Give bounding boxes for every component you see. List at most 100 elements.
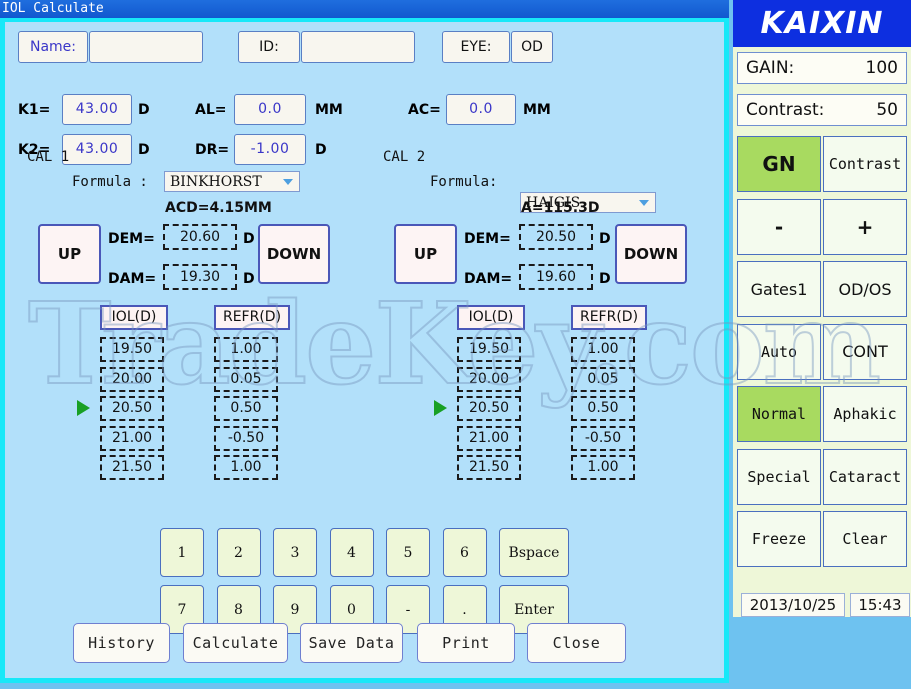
table-row[interactable]: 21.00 bbox=[100, 425, 164, 451]
id-input[interactable] bbox=[301, 31, 415, 63]
window-titlebar: IOL Calculate bbox=[0, 0, 729, 18]
cal1-down-button[interactable]: DOWN bbox=[258, 224, 330, 284]
table-row[interactable]: -0.50 bbox=[571, 425, 635, 451]
table-row[interactable]: 0.50 bbox=[571, 396, 635, 421]
table-row[interactable]: 21.50 bbox=[100, 455, 164, 480]
contrast-value: 50 bbox=[876, 100, 898, 120]
sidebar-button-cataract[interactable]: Cataract bbox=[823, 448, 907, 505]
iol-calculate-window: IOL Calculate Name: ID: EYE: OD K1= 43.0… bbox=[0, 0, 729, 683]
gain-readout: GAIN: 100 bbox=[737, 52, 907, 84]
keypad-key-2[interactable]: 2 bbox=[216, 528, 261, 577]
eye-label: EYE: bbox=[442, 31, 510, 63]
sidebar-button-od-os[interactable]: OD/OS bbox=[823, 261, 907, 317]
print-button[interactable]: Print bbox=[417, 623, 515, 663]
keypad-key-6[interactable]: 6 bbox=[442, 528, 487, 577]
cal2-title: CAL 2 bbox=[383, 149, 426, 165]
table-row[interactable]: 19.50 bbox=[100, 337, 164, 362]
keypad-key-3[interactable]: 3 bbox=[273, 528, 317, 577]
time-display: 15:43 bbox=[850, 593, 910, 617]
name-label: Name: bbox=[18, 31, 88, 63]
close-button[interactable]: Close bbox=[527, 623, 626, 663]
cal1-formula-value: BINKHORST bbox=[170, 173, 262, 190]
gain-value: 100 bbox=[865, 58, 898, 78]
sidebar-button-cont[interactable]: CONT bbox=[823, 323, 907, 380]
selected-row-marker-icon bbox=[77, 400, 90, 416]
ac-input[interactable]: 0.0 bbox=[446, 94, 516, 125]
table-row[interactable]: 20.00 bbox=[457, 366, 521, 392]
cal1-dem-unit: D bbox=[243, 231, 255, 247]
ac-label: AC= bbox=[408, 102, 441, 118]
calculate-button[interactable]: Calculate bbox=[183, 623, 288, 663]
k1-label: K1= bbox=[18, 102, 51, 118]
cal2-col-iol: IOL(D) bbox=[457, 305, 525, 330]
dr-input[interactable]: -1.00 bbox=[234, 134, 306, 165]
cal1-dem-value: 20.60 bbox=[163, 224, 237, 250]
cal1-formula-select[interactable]: BINKHORST bbox=[164, 171, 300, 192]
sidebar-button-clear[interactable]: Clear bbox=[823, 511, 907, 567]
table-row[interactable]: 0.05 bbox=[214, 366, 278, 392]
cal1-constant: ACD=4.15MM bbox=[165, 200, 272, 216]
cal2-formula-label: Formula: bbox=[430, 174, 498, 190]
sidebar-button-contrast[interactable]: Contrast bbox=[823, 136, 907, 192]
date-display: 2013/10/25 bbox=[741, 593, 845, 617]
dr-unit: D bbox=[315, 142, 327, 158]
contrast-label: Contrast: bbox=[746, 100, 825, 120]
keypad-key-1[interactable]: 1 bbox=[160, 528, 204, 577]
cal2-dam-value: 19.60 bbox=[519, 264, 593, 290]
sidebar-button-special[interactable]: Special bbox=[737, 448, 821, 505]
k1-input[interactable]: 43.00 bbox=[62, 94, 132, 125]
cal1-up-button[interactable]: UP bbox=[38, 224, 101, 284]
window-client-area: Name: ID: EYE: OD K1= 43.00 D AL= 0.0 MM… bbox=[5, 22, 724, 678]
table-row[interactable]: 21.50 bbox=[457, 455, 521, 480]
sidebar-button-freeze[interactable]: Freeze bbox=[737, 511, 821, 567]
sidebar-button-gn[interactable]: GN bbox=[737, 136, 821, 192]
eye-value[interactable]: OD bbox=[511, 31, 553, 63]
name-input[interactable] bbox=[89, 31, 203, 63]
sidebar-button-gates1[interactable]: Gates1 bbox=[737, 261, 821, 317]
cal2-up-button[interactable]: UP bbox=[394, 224, 457, 284]
sidebar-button-[interactable]: - bbox=[737, 198, 821, 255]
history-button[interactable]: History bbox=[73, 623, 170, 663]
table-row[interactable]: 1.00 bbox=[214, 455, 278, 480]
table-row[interactable]: 1.00 bbox=[571, 337, 635, 362]
cal1-col-refr: REFR(D) bbox=[214, 305, 290, 330]
cal1-dam-value: 19.30 bbox=[163, 264, 237, 290]
sidebar-button-auto[interactable]: Auto bbox=[737, 323, 821, 380]
cal2-col-refr: REFR(D) bbox=[571, 305, 647, 330]
selected-row-marker-icon bbox=[434, 400, 447, 416]
save-data-button[interactable]: Save Data bbox=[300, 623, 403, 663]
table-row[interactable]: -0.50 bbox=[214, 425, 278, 451]
window-title: IOL Calculate bbox=[2, 1, 104, 16]
table-row[interactable]: 0.05 bbox=[571, 366, 635, 392]
dr-label: DR= bbox=[195, 142, 230, 158]
k2-input[interactable]: 43.00 bbox=[62, 134, 132, 165]
chevron-down-icon bbox=[639, 199, 649, 206]
id-label: ID: bbox=[238, 31, 300, 63]
keypad-key-5[interactable]: 5 bbox=[386, 528, 430, 577]
brand-logo: KAIXIN bbox=[733, 0, 911, 47]
table-row[interactable]: 1.00 bbox=[571, 455, 635, 480]
table-row[interactable]: 20.50 bbox=[100, 396, 164, 421]
ac-unit: MM bbox=[523, 102, 551, 118]
al-label: AL= bbox=[195, 102, 227, 118]
table-row[interactable]: 21.00 bbox=[457, 425, 521, 451]
control-sidebar: KAIXIN GAIN: 100 Contrast: 50 GN Contrast… bbox=[733, 0, 911, 617]
table-row[interactable]: 19.50 bbox=[457, 337, 521, 362]
chevron-down-icon bbox=[283, 178, 293, 185]
cal2-dem-unit: D bbox=[599, 231, 611, 247]
sidebar-button-normal[interactable]: Normal bbox=[737, 386, 821, 442]
cal1-dam-unit: D bbox=[243, 271, 255, 287]
sidebar-button-[interactable]: + bbox=[823, 198, 907, 255]
table-row[interactable]: 0.50 bbox=[214, 396, 278, 421]
keypad-key-4[interactable]: 4 bbox=[329, 528, 374, 577]
cal1-dem-label: DEM= bbox=[108, 231, 155, 247]
table-row[interactable]: 20.50 bbox=[457, 396, 521, 421]
sidebar-button-aphakic[interactable]: Aphakic bbox=[823, 386, 907, 442]
table-row[interactable]: 1.00 bbox=[214, 337, 278, 362]
cal2-down-button[interactable]: DOWN bbox=[615, 224, 687, 284]
table-row[interactable]: 20.00 bbox=[100, 366, 164, 392]
cal1-formula-label: Formula : bbox=[72, 174, 148, 190]
keypad-backspace-button[interactable]: Bspace bbox=[499, 528, 569, 577]
al-input[interactable]: 0.0 bbox=[234, 94, 306, 125]
cal1-col-iol: IOL(D) bbox=[100, 305, 168, 330]
